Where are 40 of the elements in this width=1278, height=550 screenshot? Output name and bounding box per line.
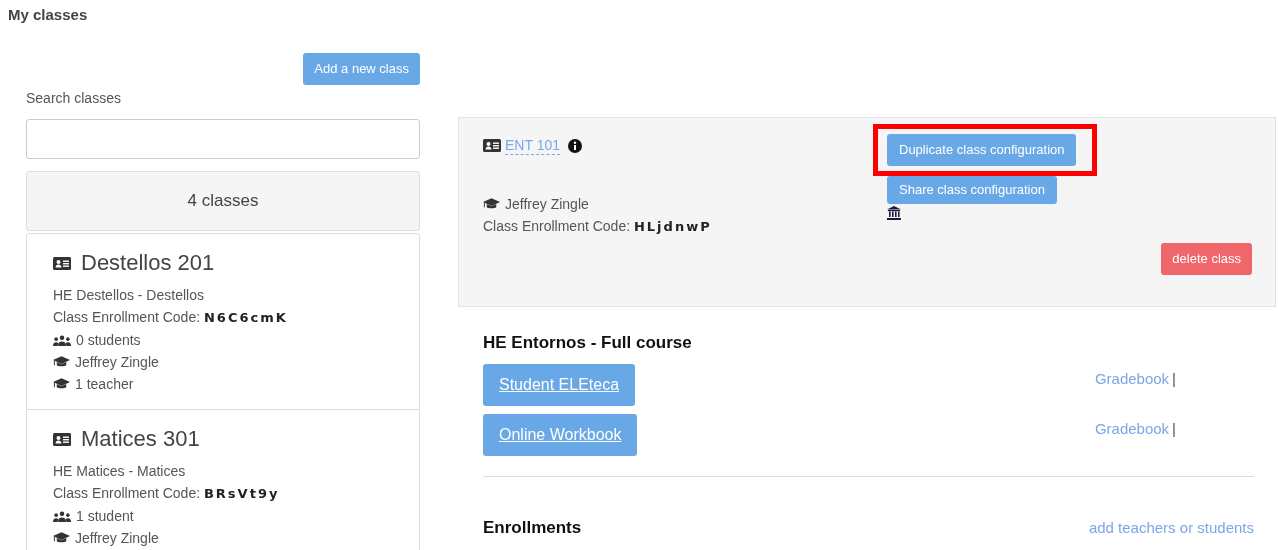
graduation-cap-icon (53, 532, 70, 544)
student-count: 1 student (76, 507, 134, 526)
gradebook-link[interactable]: Gradebook (1094, 368, 1170, 391)
graduation-cap-icon (53, 378, 70, 390)
link-separator: | (1172, 419, 1176, 439)
gradebook-link[interactable]: Gradebook (1094, 418, 1170, 441)
teacher-name: Jeffrey Zingle (75, 353, 159, 372)
course-name: HE Matices - Matices (53, 462, 187, 481)
teacher-name: Jeffrey Zingle (75, 529, 159, 548)
page-title: My classes (8, 5, 88, 25)
add-members-link[interactable]: add teachers or students (1088, 516, 1254, 539)
institution-icon (887, 206, 901, 220)
teacher-name: Jeffrey Zingle (505, 195, 589, 214)
enrollment-code: Class Enrollment Code: HLjdnwP (483, 217, 712, 236)
users-icon (53, 334, 71, 346)
search-field[interactable] (26, 119, 420, 159)
class-name: Destellos 201 (81, 249, 215, 277)
enrollments-title: Enrollments (483, 517, 582, 539)
class-name: Matices 301 (81, 425, 200, 453)
teacher-count: 1 teacher (75, 375, 134, 394)
resource-button[interactable]: Student ELEteca (483, 364, 636, 406)
users-icon (53, 510, 71, 522)
class-name-link[interactable]: ENT 101 (505, 136, 560, 155)
enrollment-code: Class Enrollment Code: BRsVt9y (53, 484, 281, 503)
course-title: HE Entornos - Full course (483, 332, 693, 354)
resource-button[interactable]: Online Workbook (483, 414, 638, 456)
enrollment-code: Class Enrollment Code: N6C6cmK (53, 308, 289, 327)
student-count: 0 students (76, 331, 141, 350)
search-label: Search classes (26, 89, 122, 108)
share-config-button[interactable]: Share class configuration (887, 176, 1057, 204)
delete-class-button[interactable]: delete class (1161, 243, 1252, 275)
add-class-button[interactable]: Add a new class (303, 53, 420, 85)
info-icon (568, 138, 582, 153)
graduation-cap-icon (483, 198, 500, 210)
course-name: HE Destellos - Destellos (53, 286, 205, 305)
id-card-icon (483, 139, 501, 152)
graduation-cap-icon (53, 356, 70, 368)
link-separator: | (1172, 369, 1176, 389)
duplicate-config-button[interactable]: Duplicate class configuration (887, 134, 1077, 166)
class-count-panel: 4 classes (26, 171, 420, 231)
